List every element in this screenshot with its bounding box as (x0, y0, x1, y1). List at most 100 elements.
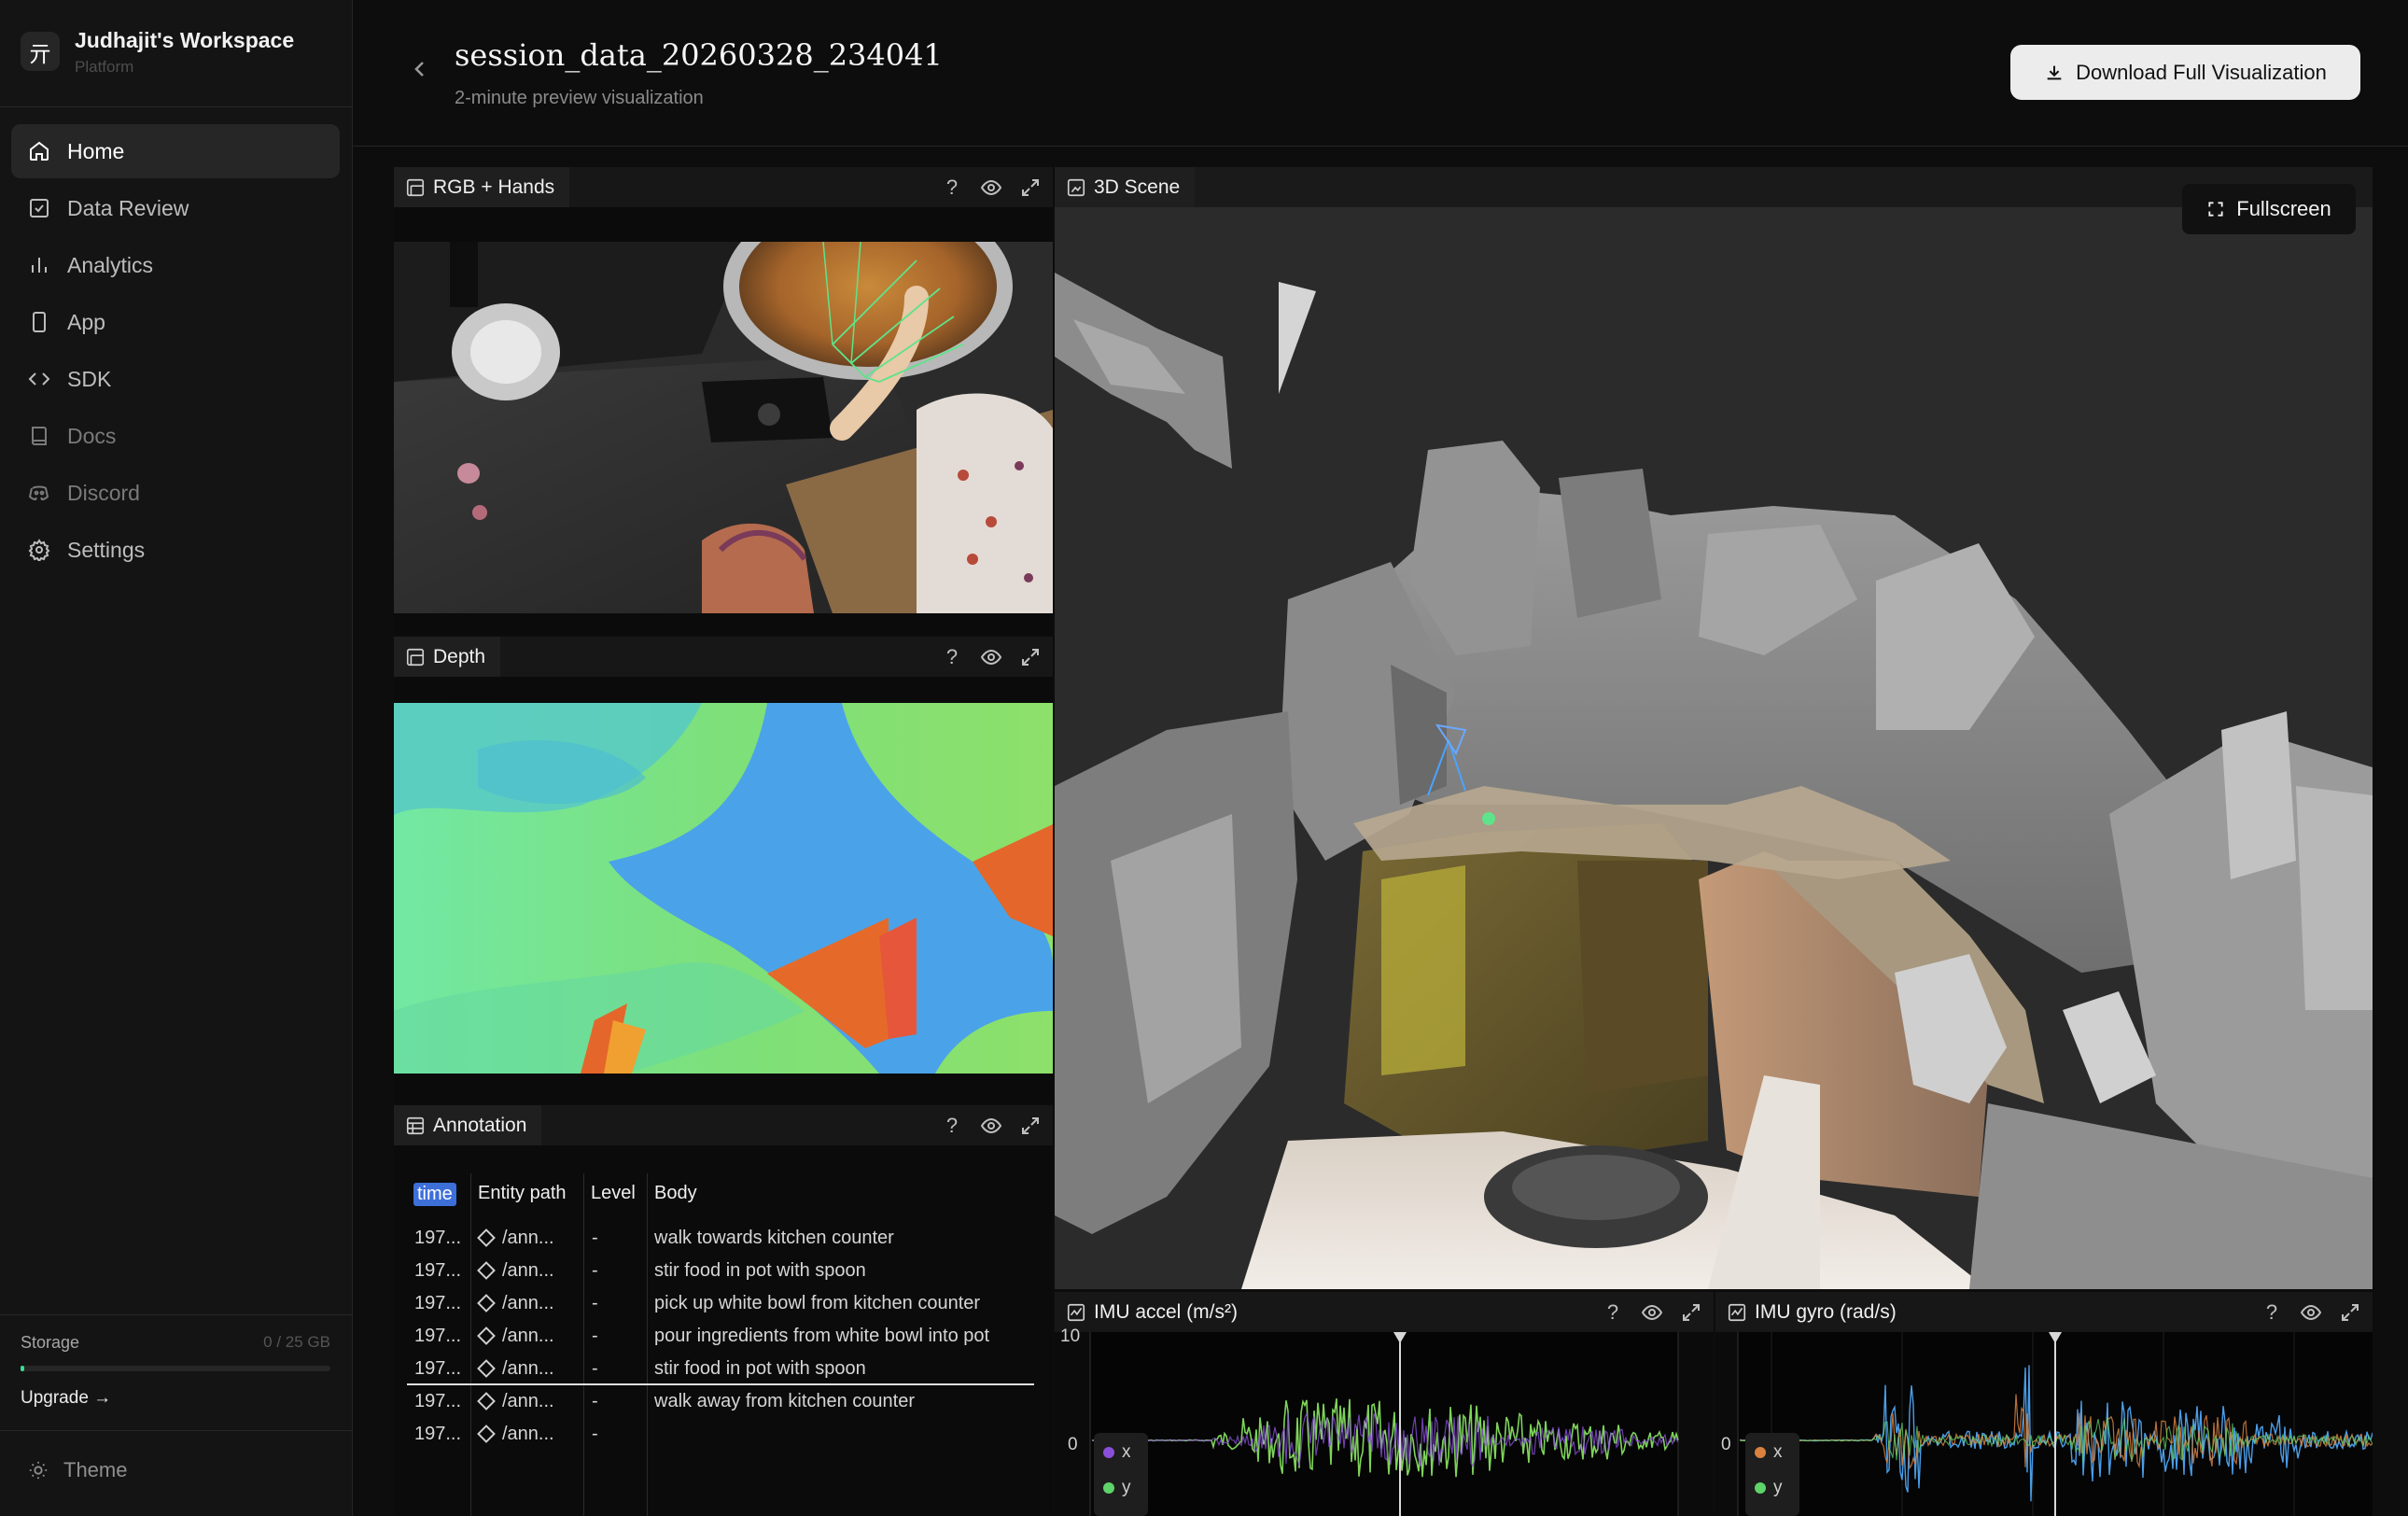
cell-entity: /ann... (502, 1391, 554, 1411)
sidebar-item-label: SDK (67, 366, 112, 391)
panel-header: 3D Scene (1055, 167, 2373, 207)
panel-tab[interactable]: IMU accel (m/s²) (1055, 1292, 1253, 1332)
annotation-panel: Annotation ? time Entity path Level Body… (394, 1105, 1053, 1516)
table-row[interactable]: 197... /ann... - (394, 1419, 1053, 1451)
phone-icon (28, 311, 50, 333)
upgrade-link[interactable]: Upgrade → (21, 1388, 330, 1409)
sidebar-item-discord[interactable]: Discord (11, 466, 340, 520)
legend-item-x[interactable]: x (1103, 1442, 1131, 1463)
panel-header: Depth ? (394, 637, 1053, 677)
image-view-icon (406, 648, 425, 666)
fullscreen-button[interactable]: Fullscreen (2182, 184, 2356, 234)
sidebar-item-settings[interactable]: Settings (11, 523, 340, 577)
column-header-entity-path[interactable]: Entity path (478, 1183, 567, 1204)
help-icon[interactable]: ? (1602, 1300, 1624, 1324)
table-row[interactable]: 197... /ann... - pick up white bowl from… (394, 1288, 1053, 1320)
panel-tab[interactable]: RGB + Hands (394, 167, 570, 207)
table-icon (406, 1116, 425, 1134)
back-button[interactable] (409, 58, 431, 80)
imu-gyro-waveform (1737, 1332, 2373, 1516)
fullscreen-icon (2208, 202, 2223, 217)
download-button-label: Download Full Visualization (2076, 60, 2327, 84)
divider (0, 1314, 353, 1315)
maximize-icon[interactable] (2339, 1301, 2361, 1324)
sidebar-item-data-review[interactable]: Data Review (11, 181, 340, 235)
page-subtitle: 2-minute preview visualization (455, 88, 704, 108)
theme-toggle[interactable]: Theme (28, 1458, 127, 1482)
sidebar-item-home[interactable]: Home (11, 124, 340, 178)
maximize-icon[interactable] (1019, 646, 1042, 668)
imu-accel-plot[interactable]: 10 0 x y (1055, 1326, 1714, 1516)
sidebar-item-label: Discord (67, 480, 140, 505)
table-row[interactable]: 197... /ann... - walk away from kitchen … (394, 1386, 1053, 1418)
table-row[interactable]: 197... /ann... - pour ingredients from w… (394, 1321, 1053, 1353)
cell-level: - (592, 1260, 598, 1281)
eye-icon[interactable] (2300, 1301, 2322, 1324)
y-tick-top: 10 (1060, 1326, 1081, 1346)
sidebar-item-label: Docs (67, 423, 117, 448)
download-full-visualization-button[interactable]: Download Full Visualization (2010, 45, 2360, 100)
sidebar-item-analytics[interactable]: Analytics (11, 238, 340, 292)
y-tick-zero: 0 (1068, 1435, 1078, 1454)
sidebar-item-app[interactable]: App (11, 295, 340, 349)
panel-tab[interactable]: 3D Scene (1055, 167, 1196, 207)
depth-map-frame (394, 703, 1053, 1074)
workspace-logo-icon: 亓 (21, 32, 60, 71)
maximize-icon[interactable] (1680, 1301, 1702, 1324)
cell-level: - (592, 1228, 598, 1248)
timeseries-icon (1728, 1303, 1746, 1321)
legend-item-y[interactable]: y (1103, 1478, 1131, 1498)
entity-icon (477, 1392, 496, 1411)
eye-icon[interactable] (980, 646, 1002, 668)
column-header-body[interactable]: Body (654, 1183, 697, 1204)
panel-tab[interactable]: Depth (394, 637, 501, 677)
cell-body: stir food in pot with spoon (654, 1260, 866, 1281)
eye-icon[interactable] (980, 1115, 1002, 1137)
entity-icon (477, 1425, 496, 1443)
legend-swatch (1103, 1447, 1114, 1458)
cell-body: stir food in pot with spoon (654, 1358, 866, 1379)
table-row[interactable]: 197... /ann... - walk towards kitchen co… (394, 1223, 1053, 1255)
help-icon[interactable]: ? (941, 645, 963, 668)
sidebar-item-docs[interactable]: Docs (11, 409, 340, 463)
panel-title: IMU accel (m/s²) (1094, 1300, 1238, 1323)
divider (0, 1430, 353, 1431)
help-icon[interactable]: ? (941, 1114, 963, 1137)
column-header-time[interactable]: time (413, 1183, 456, 1206)
sidebar-item-label: Analytics (67, 252, 154, 277)
maximize-icon[interactable] (1019, 176, 1042, 199)
cell-time: 197... (414, 1424, 462, 1444)
rgb-camera-frame (394, 242, 1053, 613)
maximize-icon[interactable] (1019, 1115, 1042, 1137)
table-row-selected[interactable]: 197... /ann... - stir food in pot with s… (407, 1354, 1034, 1385)
entity-icon (477, 1261, 496, 1280)
cell-entity: /ann... (502, 1228, 554, 1248)
imu-gyro-plot[interactable]: 0 x y (1715, 1332, 2373, 1516)
sidebar-item-label: Home (67, 138, 125, 163)
workspace-switcher[interactable]: 亓 Judhajit's Workspace Platform (21, 28, 338, 82)
legend-item-y[interactable]: y (1755, 1478, 1783, 1498)
cell-body: walk away from kitchen counter (654, 1391, 916, 1411)
sidebar-item-sdk[interactable]: SDK (11, 352, 340, 406)
cell-time: 197... (414, 1358, 462, 1379)
eye-icon[interactable] (1641, 1301, 1663, 1324)
sidebar-item-label: Settings (67, 537, 146, 562)
help-icon[interactable]: ? (2261, 1300, 2283, 1324)
table-row[interactable]: 197... /ann... - stir food in pot with s… (394, 1256, 1053, 1287)
cell-entity: /ann... (502, 1358, 554, 1379)
panel-tab[interactable]: Annotation (394, 1105, 542, 1145)
column-header-level[interactable]: Level (591, 1183, 636, 1204)
panel-tab[interactable]: IMU gyro (rad/s) (1715, 1292, 1911, 1332)
help-icon[interactable]: ? (941, 175, 963, 199)
imu-gyro-panel: IMU gyro (rad/s) ? 0 x y (1715, 1292, 2373, 1516)
imu-accel-panel: IMU accel (m/s²) ? 10 0 x y (1055, 1292, 1714, 1516)
workspace-name: Judhajit's Workspace (75, 28, 295, 52)
3d-scene-viewport[interactable] (1055, 207, 2373, 1289)
image-view-icon (406, 178, 425, 196)
legend-label: y (1122, 1478, 1131, 1497)
legend-item-x[interactable]: x (1755, 1442, 1783, 1463)
panel-title: 3D Scene (1094, 175, 1181, 198)
eye-icon[interactable] (980, 176, 1002, 199)
legend-label: x (1773, 1442, 1783, 1462)
imu-gyro-legend: x y (1745, 1433, 1799, 1516)
